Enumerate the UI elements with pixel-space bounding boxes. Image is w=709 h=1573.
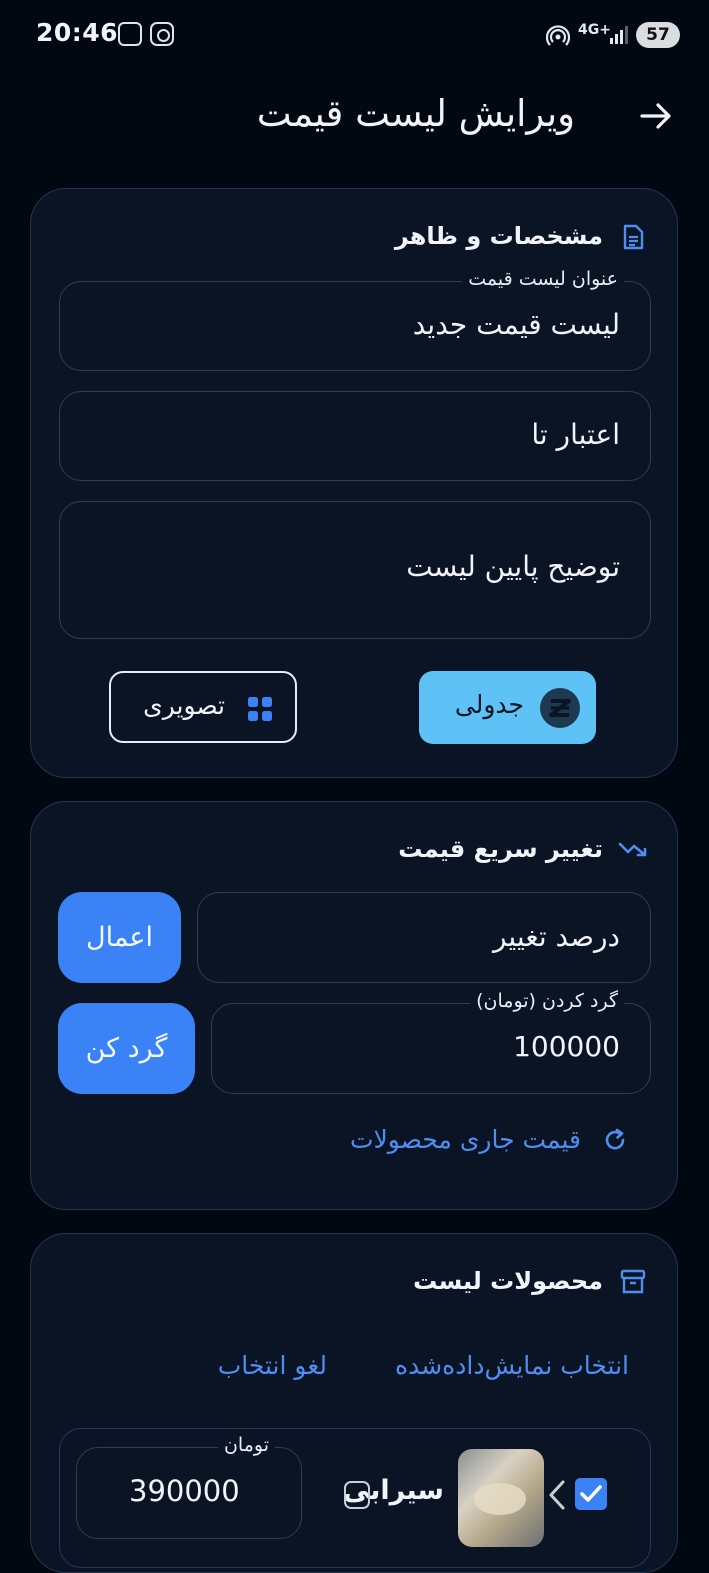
price-list-title-field[interactable]: عنوان لیست قیمت لیست قیمت جدید	[59, 268, 651, 371]
table-layout-label: جدولی	[454, 690, 524, 719]
rounding-value: 100000	[513, 1030, 620, 1063]
page-title: ویرایش لیست قیمت	[256, 92, 575, 135]
archive-icon	[620, 1269, 646, 1294]
signal-icon	[610, 26, 628, 44]
checkbox-checked-icon[interactable]	[574, 1477, 608, 1511]
network-type: 4G+	[578, 22, 611, 38]
percent-change-placeholder: درصد تغییر	[492, 920, 620, 953]
products-card: محصولات لیست انتخاب نمایش‌داده‌شده لغو ا…	[30, 1233, 678, 1573]
instagram-icon	[150, 22, 174, 46]
product-price-value: 390000	[129, 1474, 240, 1508]
trending-icon	[618, 842, 647, 857]
hotspot-icon	[546, 25, 570, 46]
quick-change-title: تغییر سریع قیمت	[398, 835, 603, 863]
price-list-title-label: عنوان لیست قیمت	[462, 268, 624, 290]
valid-until-field[interactable]: اعتبار تا	[59, 391, 651, 481]
round-button[interactable]: گرد کن	[58, 1003, 195, 1094]
status-time: 20:46	[36, 18, 119, 47]
footer-description-placeholder: توضیح پایین لیست	[406, 550, 620, 583]
back-arrow-icon[interactable]	[636, 96, 676, 136]
battery-indicator: 57	[636, 22, 680, 48]
grid-icon	[248, 697, 272, 721]
quick-change-card: تغییر سریع قیمت درصد تغییر اعمال گرد کرد…	[30, 801, 678, 1210]
image-layout-button[interactable]: تصویری	[109, 671, 297, 743]
rounding-label: گرد کردن (تومان)	[470, 990, 624, 1012]
chevron-left-icon[interactable]	[546, 1479, 568, 1511]
product-price-field[interactable]: تومان 390000	[76, 1434, 302, 1539]
current-price-link[interactable]: قیمت جاری محصولات	[350, 1125, 581, 1154]
specs-card: مشخصات و ظاهر عنوان لیست قیمت لیست قیمت …	[30, 188, 678, 778]
apply-button[interactable]: اعمال	[58, 892, 181, 983]
product-price-label: تومان	[217, 1434, 275, 1456]
price-list-title-value: لیست قیمت جدید	[412, 308, 620, 341]
image-layout-label: تصویری	[143, 691, 225, 720]
valid-until-placeholder: اعتبار تا	[531, 418, 620, 451]
specs-title: مشخصات و ظاهر	[394, 222, 603, 250]
rounding-field[interactable]: گرد کردن (تومان) 100000	[211, 990, 651, 1094]
status-bar: 20:46 4G+ 57	[0, 0, 709, 70]
screenshot-icon	[118, 22, 142, 46]
drag-handle-icon[interactable]	[344, 1481, 370, 1509]
document-icon	[623, 224, 644, 250]
deselect-link[interactable]: لغو انتخاب	[218, 1351, 327, 1380]
percent-change-field[interactable]: درصد تغییر	[197, 892, 651, 983]
product-thumbnail	[458, 1449, 544, 1547]
table-layout-button[interactable]: جدولی	[419, 671, 596, 744]
table-layout-icon	[540, 688, 580, 728]
select-shown-link[interactable]: انتخاب نمایش‌داده‌شده	[395, 1351, 629, 1380]
refresh-icon[interactable]	[601, 1126, 629, 1154]
products-title: محصولات لیست	[413, 1267, 603, 1295]
footer-description-field[interactable]: توضیح پایین لیست	[59, 501, 651, 639]
product-row[interactable]: سیرابی تومان 390000	[59, 1428, 651, 1568]
